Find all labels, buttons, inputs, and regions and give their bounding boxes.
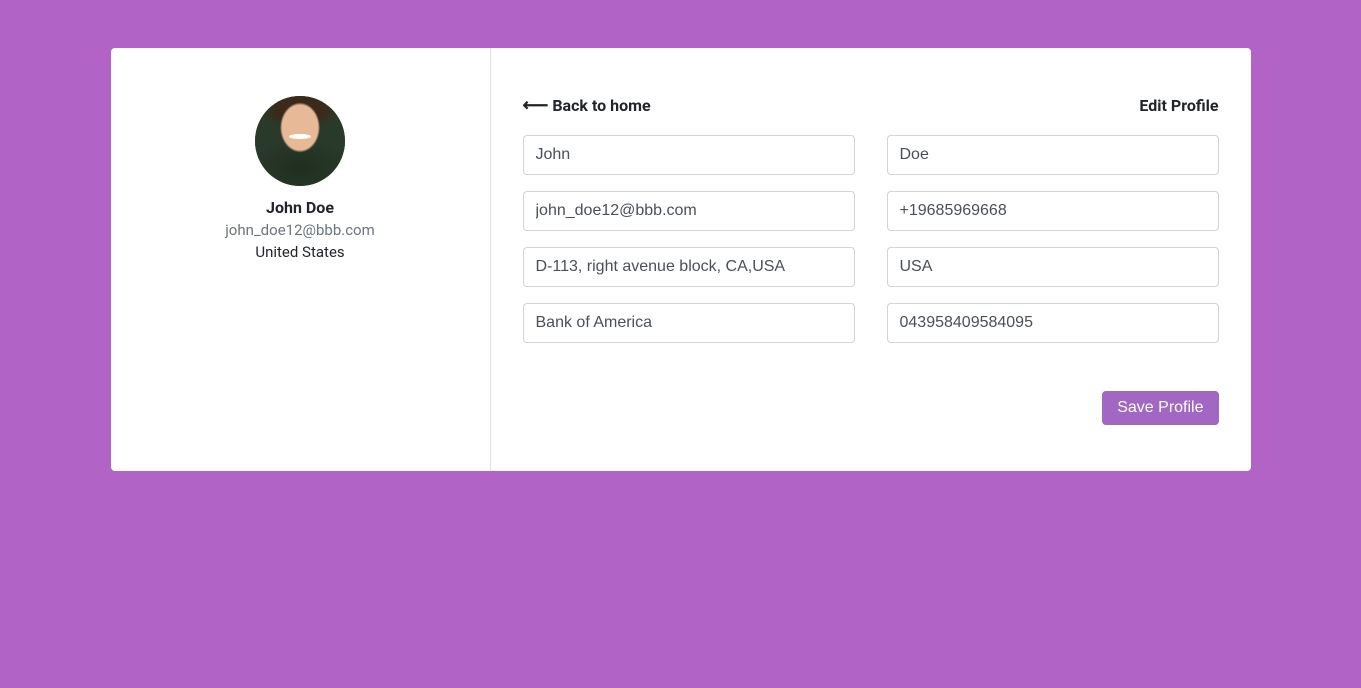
arrow-left-icon: ⟵ — [523, 97, 549, 115]
account-number-input[interactable] — [887, 303, 1219, 343]
profile-form — [523, 135, 1219, 343]
profile-name: John Doe — [127, 198, 474, 217]
avatar — [255, 96, 345, 186]
profile-country: United States — [127, 243, 474, 261]
form-actions: Save Profile — [523, 391, 1219, 425]
address-input[interactable] — [523, 247, 855, 287]
edit-profile-panel: ⟵ Back to home Edit Profile Save Profile — [491, 48, 1251, 471]
edit-profile-title: Edit Profile — [1139, 96, 1218, 115]
phone-input[interactable] — [887, 191, 1219, 231]
first-name-input[interactable] — [523, 135, 855, 175]
email-input[interactable] — [523, 191, 855, 231]
profile-card: John Doe john_doe12@bbb.com United State… — [111, 48, 1251, 471]
profile-summary-panel: John Doe john_doe12@bbb.com United State… — [111, 48, 491, 471]
back-to-home-link[interactable]: ⟵ Back to home — [523, 96, 651, 115]
country-input[interactable] — [887, 247, 1219, 287]
profile-email: john_doe12@bbb.com — [127, 221, 474, 239]
back-label: Back to home — [552, 96, 650, 115]
save-profile-button[interactable]: Save Profile — [1102, 391, 1218, 425]
last-name-input[interactable] — [887, 135, 1219, 175]
panel-header: ⟵ Back to home Edit Profile — [523, 96, 1219, 115]
bank-name-input[interactable] — [523, 303, 855, 343]
